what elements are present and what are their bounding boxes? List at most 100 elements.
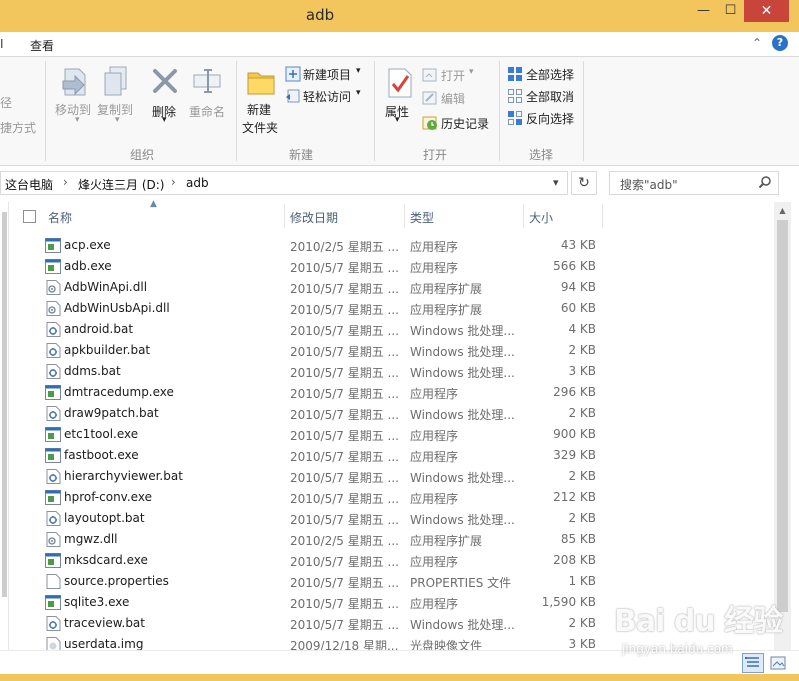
file-date: 2010/5/7 星期五 ... [290,513,398,527]
breadcrumb-separator-icon[interactable]: › [63,175,68,189]
navigation-scrollbar[interactable] [2,212,7,597]
close-button[interactable]: ✕ [744,0,789,22]
edit-button[interactable]: 编辑 [441,90,465,107]
address-history-dropdown-icon[interactable]: ▾ [553,176,559,189]
navigation-pane-edge [0,202,9,650]
file-type: PROPERTIES 文件 [410,576,512,590]
file-date: 2010/5/7 星期五 ... [290,408,398,422]
chevron-down-icon: ▾ [115,115,120,125]
group-label-select: 选择 [529,148,554,162]
ribbon-collapse-icon[interactable]: ⌃ [752,36,762,50]
column-header-type[interactable]: 类型 [410,209,434,226]
file-dll-icon [45,301,61,316]
file-date: 2010/5/7 星期五 ... [290,597,398,611]
file-row[interactable]: hierarchyviewer.bat 2010/5/7 星期五 ... Windo… [18,466,774,487]
file-type: 应用程序扩展 [410,282,483,296]
column-divider[interactable] [602,204,603,228]
file-row[interactable]: mgwz.dll 2010/2/5 星期五 ... 应用程序扩展 85 KB [18,529,774,550]
title-bar[interactable]: adb — ☐ ✕ [0,0,799,32]
file-row[interactable]: etc1tool.exe 2010/5/7 星期五 ... 应用程序 900 KB [18,424,774,445]
file-row[interactable]: draw9patch.bat 2010/5/7 星期五 ... Windows 批处… [18,403,774,424]
easy-access-button[interactable]: 轻松访问 [303,88,351,105]
open-button[interactable]: 打开 [441,67,465,84]
file-row[interactable]: ddms.bat 2010/5/7 星期五 ... Windows 批处理... 3 … [18,361,774,382]
file-size: 208 KB [553,553,596,567]
file-row[interactable]: adb.exe 2010/5/7 星期五 ... 应用程序 566 KB [18,256,774,277]
maximize-button[interactable]: ☐ [717,0,744,22]
file-row[interactable]: dmtracedump.exe 2010/5/7 星期五 ... 应用程序 296 K… [18,382,774,403]
file-bat-icon [45,364,61,379]
file-name: ddms.bat [64,364,121,378]
select-all-checkbox[interactable] [23,210,36,223]
breadcrumb-folder[interactable]: adb [186,176,209,190]
file-row[interactable]: fastboot.exe 2010/5/7 星期五 ... 应用程序 329 KB [18,445,774,466]
invert-selection-icon [507,110,523,129]
file-name: adb.exe [64,259,112,273]
search-input[interactable]: 搜索"adb" [609,171,779,195]
chevron-down-icon: ▾ [356,88,361,98]
column-header-name[interactable]: 名称 [48,209,72,226]
file-date: 2009/12/18 星期... [290,639,398,650]
scrollbar-thumb[interactable] [777,220,788,612]
scroll-up-icon[interactable]: ▲ [774,202,791,219]
baidu-jingyan-watermark: Bai du 经验 jingyan.baidu.com [612,596,783,662]
minimize-button[interactable]: — [690,0,717,22]
file-name: mgwz.dll [64,532,118,546]
file-bat-icon [45,343,61,358]
watermark-url: jingyan.baidu.com [622,642,733,656]
file-row[interactable]: AdbWinApi.dll 2010/5/7 星期五 ... 应用程序扩展 94 KB [18,277,774,298]
column-header-size[interactable]: 大小 [529,209,553,226]
column-header-date[interactable]: 修改日期 [290,209,338,226]
column-divider[interactable] [523,204,524,228]
breadcrumb-separator-icon[interactable]: › [171,175,176,189]
help-icon[interactable]: ? [772,35,788,51]
explorer-window: adb — ☐ ✕ Ι 查看 ⌃ ? 径 捷方式 移动到 ▾ 复制到 ▾ 删除 … [0,0,799,681]
open-icon [422,67,438,86]
rename-button[interactable]: 重命名 [189,103,225,120]
search-placeholder: 搜索"adb" [620,178,678,192]
file-bat-icon [45,406,61,421]
file-row[interactable]: mksdcard.exe 2010/5/7 星期五 ... 应用程序 208 KB [18,550,774,571]
file-name: apkbuilder.bat [64,343,151,357]
file-row[interactable]: android.bat 2010/5/7 星期五 ... Windows 批处理..… [18,319,774,340]
file-type: 应用程序 [410,450,459,464]
file-type: Windows 批处理... [410,408,515,422]
file-type: 应用程序扩展 [410,303,483,317]
file-row[interactable]: hprof-conv.exe 2010/5/7 星期五 ... 应用程序 212 KB [18,487,774,508]
tab-view[interactable]: 查看 [30,37,54,54]
address-bar[interactable]: 这台电脑 › 烽火连三月 (D:) › adb ▾ [0,171,568,195]
file-type: Windows 批处理... [410,324,515,338]
column-divider[interactable] [284,204,285,228]
breadcrumb-drive[interactable]: 烽火连三月 (D:) [78,176,164,193]
history-icon [422,115,438,134]
file-size: 3 KB [568,364,596,378]
file-type: 应用程序 [410,387,459,401]
tab-previous-partial[interactable]: Ι [0,37,4,51]
file-img-icon [45,637,61,650]
file-exe-icon [45,490,61,505]
file-row[interactable]: AdbWinUsbApi.dll 2010/5/7 星期五 ... 应用程序扩展 60… [18,298,774,319]
file-row[interactable]: acp.exe 2010/2/5 星期五 ... 应用程序 43 KB [18,235,774,256]
refresh-button[interactable]: ↻ [571,171,597,195]
file-size: 43 KB [560,238,596,252]
file-row[interactable]: apkbuilder.bat 2010/5/7 星期五 ... Windows 批处… [18,340,774,361]
new-folder-button-line2[interactable]: 文件夹 [242,119,278,136]
edit-icon [422,90,438,109]
chevron-down-icon: ▾ [356,66,361,76]
file-size: 1 KB [568,574,596,588]
delete-icon [151,67,179,98]
file-size: 212 KB [553,490,596,504]
new-item-button[interactable]: 新建项目 [303,66,351,83]
breadcrumb-this-pc[interactable]: 这台电脑 [5,176,53,193]
select-none-button[interactable]: 全部取消 [526,88,574,105]
file-row[interactable]: layoutopt.bat 2010/5/7 星期五 ... Windows 批处理… [18,508,774,529]
invert-selection-button[interactable]: 反向选择 [526,110,574,127]
file-row[interactable]: source.properties 2010/5/7 星期五 ... PROPERT… [18,571,774,592]
history-button[interactable]: 历史记录 [441,115,489,132]
search-icon[interactable] [758,175,772,192]
new-folder-button-line1[interactable]: 新建 [247,101,271,118]
move-to-button[interactable]: 移动到 [55,101,91,118]
select-all-button[interactable]: 全部选择 [526,66,574,83]
column-divider[interactable] [404,204,405,228]
vertical-scrollbar[interactable]: ▲ [774,202,791,650]
